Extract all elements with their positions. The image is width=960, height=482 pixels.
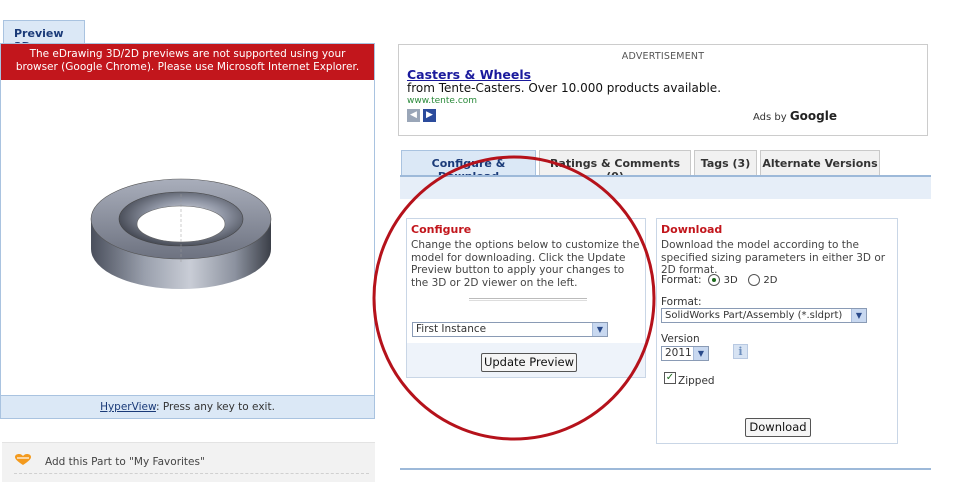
favorites-divider xyxy=(14,473,369,474)
zipped-checkbox[interactable]: ✓ xyxy=(664,372,676,384)
heart-icon xyxy=(15,454,31,465)
file-format-select[interactable]: SolidWorks Part/Assembly (*.sldprt) ▼ xyxy=(661,308,867,323)
bearing-model-render xyxy=(90,178,272,289)
update-preview-button[interactable]: Update Preview xyxy=(481,353,577,372)
chevron-down-icon[interactable]: ▼ xyxy=(693,347,708,360)
file-format-label: Format: xyxy=(661,296,702,308)
tab-preview-3d[interactable]: Preview 3D xyxy=(3,20,85,53)
ad-label: ADVERTISEMENT xyxy=(621,51,705,62)
download-description: Download the model according to the spec… xyxy=(661,239,886,276)
download-button[interactable]: Download xyxy=(745,418,811,437)
configure-title: Configure xyxy=(411,223,472,236)
configure-divider xyxy=(469,298,587,301)
bottom-divider xyxy=(400,468,931,470)
format-radio-2d[interactable] xyxy=(747,274,760,286)
hyperview-hint: : Press any key to exit. xyxy=(155,401,275,413)
file-format-value: SolidWorks Part/Assembly (*.sldprt) xyxy=(665,310,843,321)
download-title: Download xyxy=(661,223,723,236)
add-to-favorites[interactable]: Add this Part to "My Favorites" xyxy=(2,442,375,482)
tab-tags[interactable]: Tags (3) xyxy=(694,150,757,176)
format-radio-group: Format: 3D 2D xyxy=(661,274,784,286)
format-radio-3d-label[interactable]: 3D xyxy=(724,275,738,286)
chevron-down-icon[interactable]: ▼ xyxy=(592,323,607,336)
tab-ratings-comments[interactable]: Ratings & Comments (0) xyxy=(539,150,691,183)
configure-panel: Configure Change the options below to cu… xyxy=(406,218,646,378)
format-radio-2d-label[interactable]: 2D xyxy=(763,275,777,286)
ad-body-text: from Tente-Casters. Over 10.000 products… xyxy=(407,81,722,95)
tab-configure-download[interactable]: Configure & Download xyxy=(401,150,536,183)
ads-by-label: Ads by xyxy=(752,112,787,123)
preview-viewer[interactable]: The eDrawing 3D/2D previews are not supp… xyxy=(0,43,375,419)
hyperview-bar: HyperView: Press any key to exit. xyxy=(1,395,374,418)
add-to-favorites-label[interactable]: Add this Part to "My Favorites" xyxy=(45,456,205,468)
chevron-right-icon[interactable]: ▶ xyxy=(423,109,436,122)
chevron-down-icon[interactable]: ▼ xyxy=(851,309,866,322)
version-label: Version xyxy=(661,333,700,345)
format-label: Format: xyxy=(661,274,702,286)
instance-select-value: First Instance xyxy=(416,323,487,335)
tab-alternate-versions[interactable]: Alternate Versions xyxy=(760,150,880,176)
hyperview-link[interactable]: HyperView xyxy=(100,401,156,413)
advertisement: ADVERTISEMENT Casters & Wheels from Tent… xyxy=(398,44,928,136)
instance-select[interactable]: First Instance ▼ xyxy=(412,322,608,337)
chevron-left-icon[interactable]: ◀ xyxy=(407,109,420,122)
zipped-label[interactable]: Zipped xyxy=(678,375,715,387)
configure-description: Change the options below to customize th… xyxy=(411,239,640,289)
format-radio-3d[interactable] xyxy=(708,274,721,286)
info-icon[interactable]: i xyxy=(733,344,748,359)
ad-url-link[interactable]: www.tente.com xyxy=(407,96,477,106)
browser-warning-banner: The eDrawing 3D/2D previews are not supp… xyxy=(1,44,374,80)
download-panel: Download Download the model according to… xyxy=(656,218,898,444)
google-logo: Google xyxy=(789,109,837,123)
version-select-value: 2011 xyxy=(665,347,692,359)
version-select[interactable]: 2011 ▼ xyxy=(661,346,709,361)
ads-by-google[interactable]: Ads by Google xyxy=(753,109,837,123)
tabs-content-strip xyxy=(400,177,931,199)
ad-title-link[interactable]: Casters & Wheels xyxy=(407,67,531,82)
